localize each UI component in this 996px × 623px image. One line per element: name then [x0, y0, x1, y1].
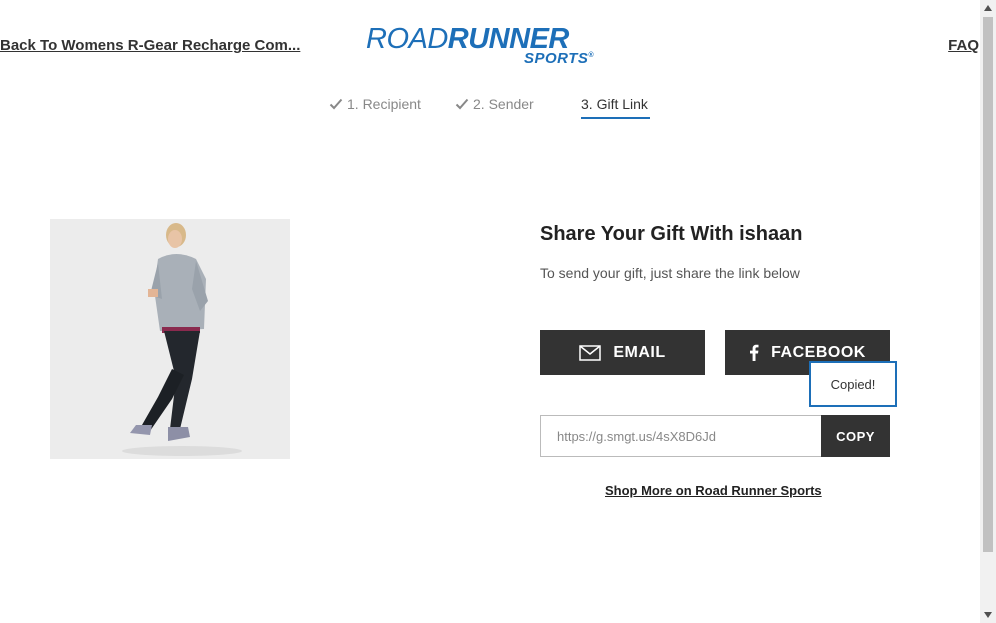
step-gift-link[interactable]: 3. Gift Link	[581, 96, 648, 112]
copied-tooltip: Copied!	[809, 361, 897, 407]
vertical-scrollbar[interactable]	[980, 0, 996, 623]
gift-link-input[interactable]	[541, 416, 819, 456]
gift-link-field: COPY	[540, 415, 890, 457]
check-icon	[455, 98, 469, 110]
logo-registered-mark: ®	[588, 52, 595, 59]
product-image	[50, 219, 290, 459]
step-recipient-label: 1. Recipient	[347, 96, 421, 112]
facebook-share-label: FACEBOOK	[771, 343, 866, 361]
step-recipient[interactable]: 1. Recipient	[329, 96, 421, 112]
road-runner-sports-logo[interactable]: ROADRUNNER SPORTS®	[366, 23, 616, 67]
share-subtitle: To send your gift, just share the link b…	[540, 265, 800, 281]
check-icon	[329, 98, 343, 110]
logo-road-text: ROAD	[366, 23, 448, 55]
email-share-button[interactable]: EMAIL	[540, 330, 705, 375]
step-sender-label: 2. Sender	[473, 96, 534, 112]
scroll-down-arrow-icon[interactable]	[980, 607, 996, 623]
logo-sports-text: SPORTS	[524, 50, 589, 67]
email-share-label: EMAIL	[613, 343, 666, 361]
tooltip-arrow	[841, 407, 857, 415]
share-title: Share Your Gift With ishaan	[540, 223, 803, 245]
faq-link[interactable]: FAQ	[948, 37, 979, 54]
scroll-up-arrow-icon[interactable]	[980, 0, 996, 16]
checkout-steps: 1. Recipient 2. Sender 3. Gift Link	[0, 96, 980, 126]
copy-button[interactable]: COPY	[821, 415, 890, 457]
envelope-icon	[579, 344, 602, 361]
step-gift-link-label: 3. Gift Link	[581, 96, 648, 112]
shop-more-link[interactable]: Shop More on Road Runner Sports	[605, 483, 822, 498]
scrollbar-thumb[interactable]	[983, 17, 993, 552]
active-step-indicator	[581, 117, 650, 119]
step-sender[interactable]: 2. Sender	[455, 96, 534, 112]
back-to-product-link[interactable]: Back To Womens R-Gear Recharge Com...	[0, 37, 300, 54]
facebook-icon	[750, 344, 759, 361]
